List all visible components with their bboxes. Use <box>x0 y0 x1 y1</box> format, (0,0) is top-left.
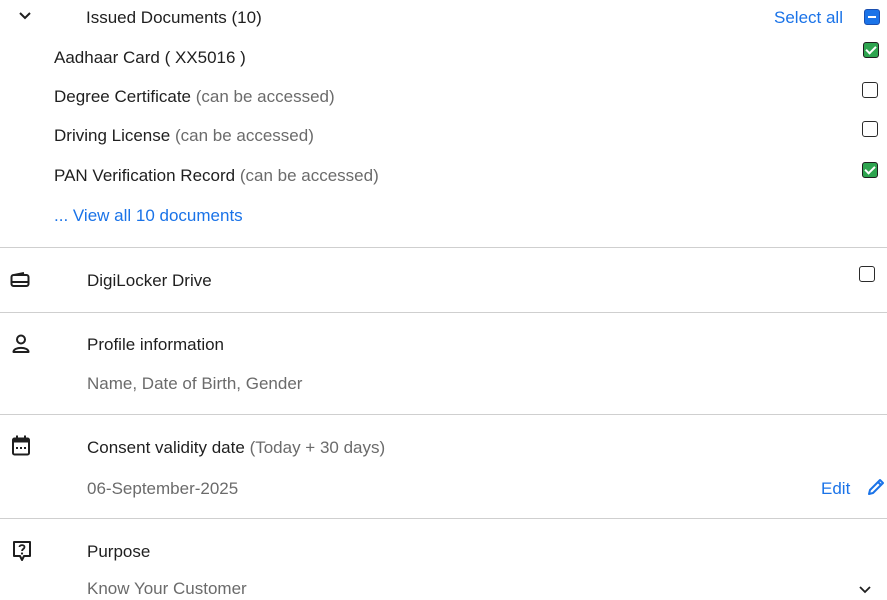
divider <box>0 414 887 415</box>
profile-information-subtitle: Name, Date of Birth, Gender <box>87 374 303 393</box>
divider <box>0 312 887 313</box>
select-all-link[interactable]: Select all <box>774 8 843 28</box>
view-all-documents-link[interactable]: ... View all 10 documents <box>54 206 243 226</box>
document-checkbox-degree[interactable] <box>862 82 878 98</box>
calendar-icon <box>11 435 31 456</box>
digilocker-drive-label: DigiLocker Drive <box>87 271 212 290</box>
chevron-down-icon[interactable] <box>18 11 32 21</box>
consent-validity-title: Consent validity date (Today + 30 days) <box>87 438 385 458</box>
consent-validity-date: 06-September-2025 <box>87 479 239 498</box>
purpose-select[interactable]: Know Your Customer <box>87 579 247 599</box>
issued-documents-header: Issued Documents (10) <box>86 8 262 27</box>
document-checkbox-driving[interactable] <box>862 121 878 137</box>
consent-validity-label: Consent validity date <box>87 438 245 457</box>
document-item-driving: Driving License (can be accessed) <box>54 126 314 146</box>
purpose-title: Purpose <box>87 542 151 561</box>
document-checkbox-aadhaar[interactable] <box>863 42 879 58</box>
document-item-aadhaar: Aadhaar Card ( XX5016 ) <box>54 48 246 68</box>
document-name: PAN Verification Record <box>54 166 236 185</box>
profile-information-title: Profile information <box>87 335 225 354</box>
document-name: Driving License <box>54 126 171 145</box>
edit-consent-date-link[interactable]: Edit <box>821 479 850 499</box>
document-checkbox-pan[interactable] <box>862 162 878 178</box>
document-access-note: (can be accessed) <box>239 166 379 185</box>
question-icon <box>12 540 32 562</box>
digilocker-drive-checkbox[interactable] <box>859 266 875 282</box>
document-name: Aadhaar Card ( XX5016 ) <box>54 48 246 67</box>
document-access-note: (can be accessed) <box>174 126 314 145</box>
wallet-icon <box>10 272 30 288</box>
divider <box>0 247 887 248</box>
pencil-icon[interactable] <box>866 477 886 497</box>
divider <box>0 518 887 519</box>
chevron-down-icon[interactable] <box>858 585 872 595</box>
select-all-checkbox[interactable] <box>864 9 880 25</box>
document-item-degree: Degree Certificate (can be accessed) <box>54 87 335 107</box>
document-item-pan: PAN Verification Record (can be accessed… <box>54 166 379 186</box>
document-name: Degree Certificate <box>54 87 192 106</box>
document-access-note: (can be accessed) <box>195 87 335 106</box>
consent-validity-note: (Today + 30 days) <box>249 438 386 457</box>
person-icon <box>12 334 30 354</box>
